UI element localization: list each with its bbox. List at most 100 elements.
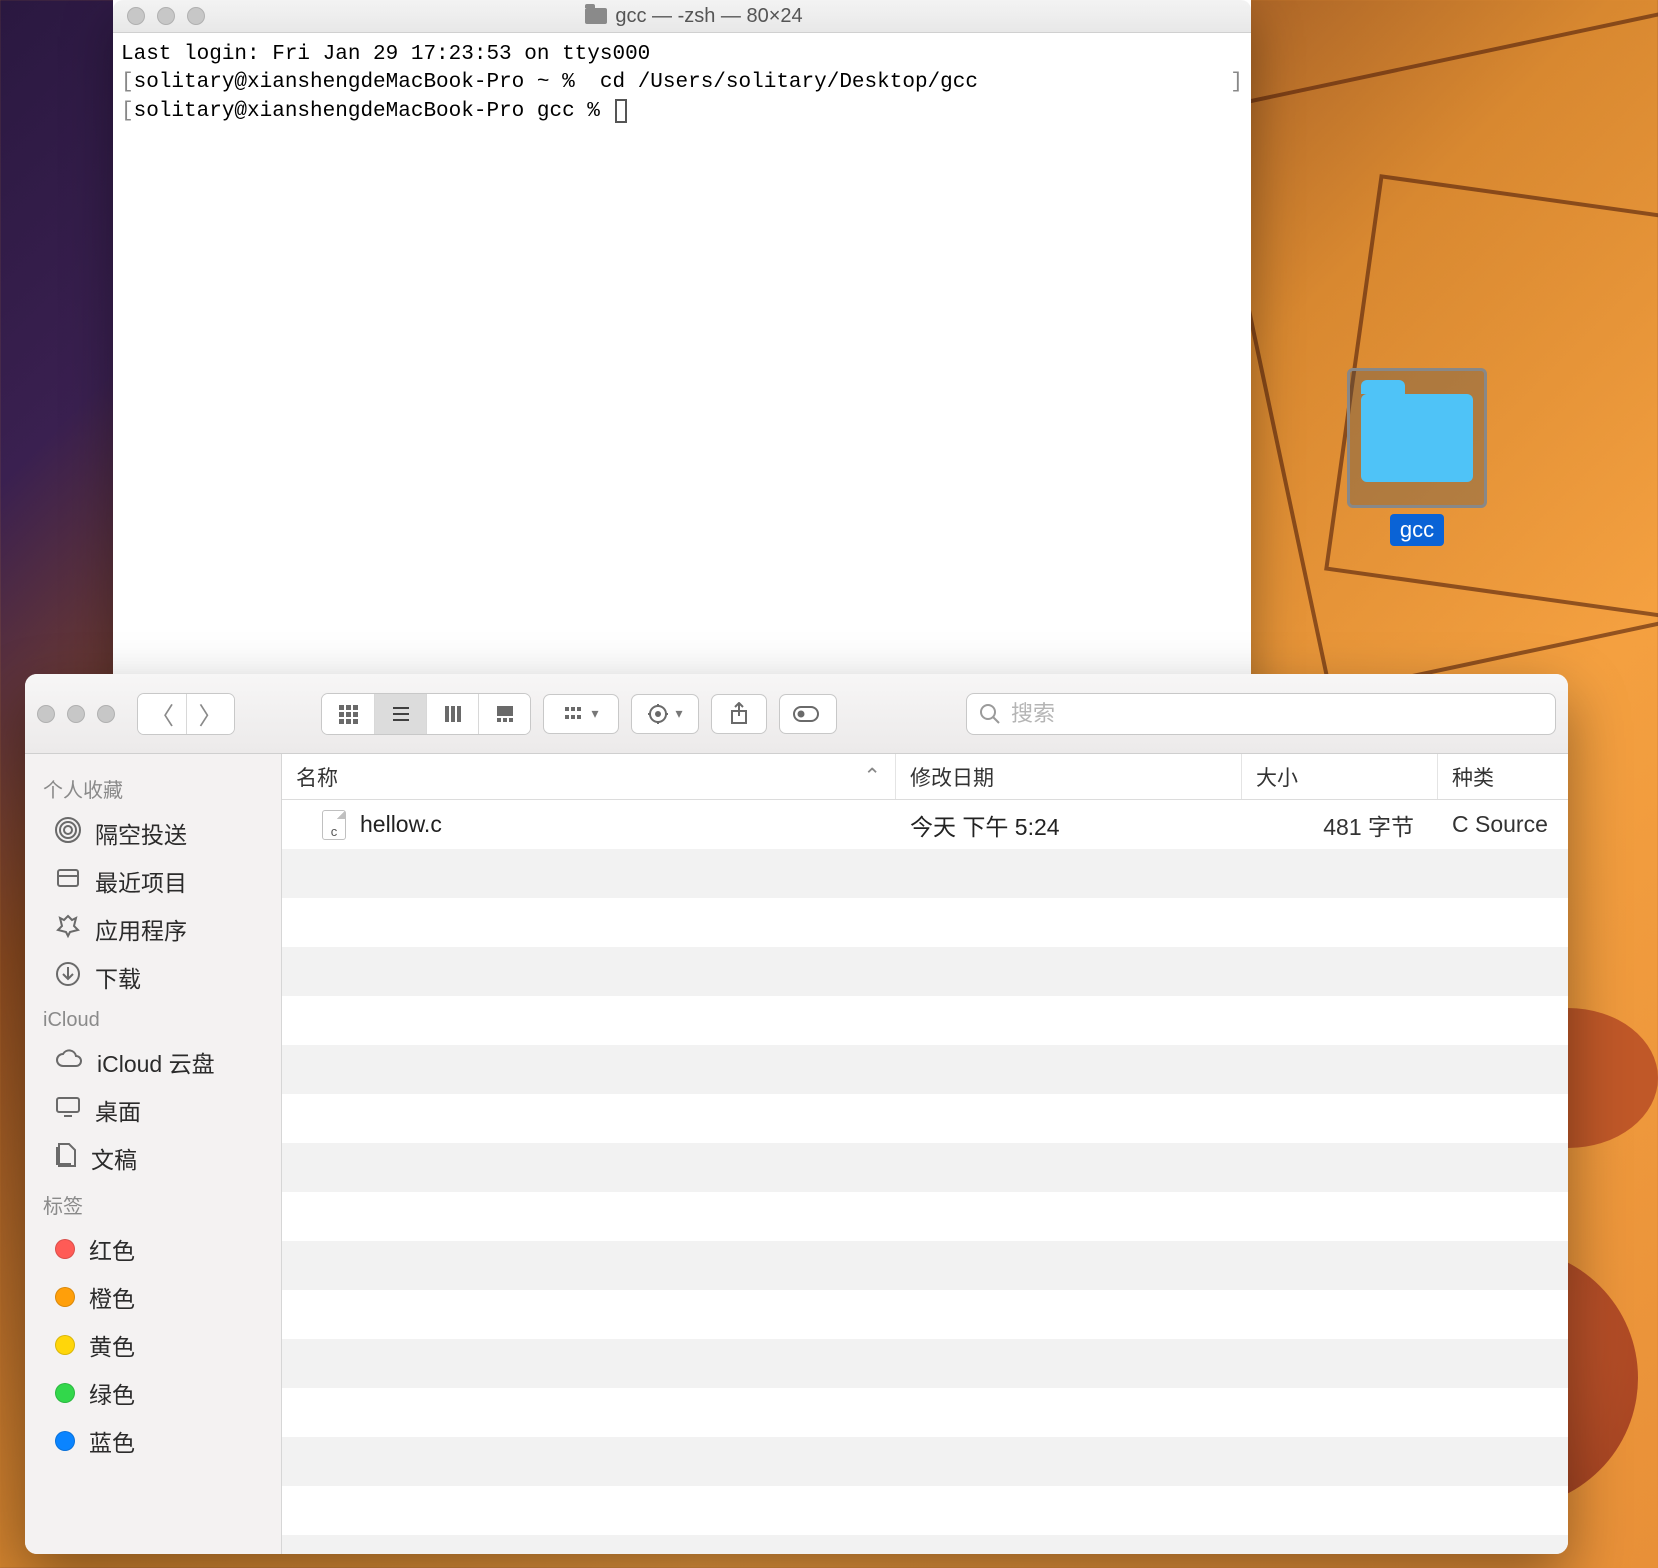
- cloud-icon: [55, 1048, 83, 1076]
- tag-color-icon: [55, 1239, 75, 1259]
- finder-content: 名称⌃ 修改日期 大小 种类 c hellow.c 今天 下午 5:24481 字节…: [282, 754, 1568, 1554]
- sidebar-item-desktop[interactable]: 桌面: [25, 1086, 281, 1134]
- search-icon: [979, 703, 1001, 725]
- sidebar-item-dot-blue[interactable]: 蓝色: [25, 1417, 281, 1465]
- forward-button[interactable]: 〉: [186, 694, 234, 734]
- sidebar-item-apps[interactable]: 应用程序: [25, 905, 281, 953]
- empty-row: [282, 1290, 1568, 1339]
- view-gallery-button[interactable]: [478, 694, 530, 734]
- share-button[interactable]: [711, 694, 767, 734]
- sidebar-item-label: 隔空投送: [95, 816, 187, 850]
- sidebar-item-downloads[interactable]: 下载: [25, 953, 281, 1001]
- tag-color-icon: [55, 1431, 75, 1451]
- file-row[interactable]: c hellow.c 今天 下午 5:24481 字节C Source: [282, 800, 1568, 849]
- sidebar-item-dot-red[interactable]: 红色: [25, 1225, 281, 1273]
- sidebar-section-header: 个人收藏: [25, 766, 281, 809]
- file-date: 今天 下午 5:24: [896, 808, 1242, 842]
- sidebar-item-label: iCloud 云盘: [97, 1045, 215, 1079]
- folder-icon: [585, 8, 607, 24]
- sidebar-item-label: 应用程序: [95, 912, 187, 946]
- file-list[interactable]: c hellow.c 今天 下午 5:24481 字节C Source: [282, 800, 1568, 1554]
- terminal-titlebar[interactable]: gcc — -zsh — 80×24: [113, 0, 1251, 33]
- sidebar-item-documents[interactable]: 文稿: [25, 1134, 281, 1182]
- empty-row: [282, 1437, 1568, 1486]
- finder-window[interactable]: 〈 〉 ▾ ▾: [25, 674, 1568, 1554]
- apps-icon: [55, 913, 81, 945]
- column-name[interactable]: 名称⌃: [282, 754, 896, 799]
- terminal-content[interactable]: Last login: Fri Jan 29 17:23:53 on ttys0…: [113, 33, 1251, 720]
- search-input[interactable]: [1011, 701, 1543, 727]
- column-headers: 名称⌃ 修改日期 大小 种类: [282, 754, 1568, 800]
- empty-row: [282, 898, 1568, 947]
- empty-row: [282, 1094, 1568, 1143]
- sidebar-item-label: 黄色: [89, 1328, 135, 1362]
- view-icon-button[interactable]: [322, 694, 374, 734]
- documents-icon: [55, 1142, 77, 1174]
- column-size[interactable]: 大小: [1242, 754, 1438, 799]
- chevron-down-icon: ▾: [675, 705, 682, 722]
- window-minimize-button[interactable]: [67, 705, 85, 723]
- sidebar-section-header: 标签: [25, 1182, 281, 1225]
- nav-buttons: 〈 〉: [137, 693, 235, 735]
- file-kind: C Source: [1438, 811, 1568, 838]
- sidebar-item-airdrop[interactable]: 隔空投送: [25, 809, 281, 857]
- group-by-button[interactable]: ▾: [543, 694, 619, 734]
- sidebar-item-label: 下载: [95, 960, 141, 994]
- empty-row: [282, 849, 1568, 898]
- sidebar-item-label: 绿色: [89, 1376, 135, 1410]
- folder-icon: [1361, 394, 1473, 482]
- window-close-button[interactable]: [127, 7, 145, 25]
- sidebar-item-recents[interactable]: 最近项目: [25, 857, 281, 905]
- terminal-title-text: gcc — -zsh — 80×24: [615, 5, 802, 28]
- empty-row: [282, 1339, 1568, 1388]
- action-menu-button[interactable]: ▾: [631, 694, 699, 734]
- view-column-button[interactable]: [426, 694, 478, 734]
- sidebar-item-label: 蓝色: [89, 1424, 135, 1458]
- view-mode-segment: [321, 693, 531, 735]
- sidebar-item-label: 橙色: [89, 1280, 135, 1314]
- tag-color-icon: [55, 1287, 75, 1307]
- sidebar-item-dot-yellow[interactable]: 黄色: [25, 1321, 281, 1369]
- view-list-button[interactable]: [374, 694, 426, 734]
- sort-indicator-icon: ⌃: [863, 764, 881, 789]
- back-button[interactable]: 〈: [138, 694, 186, 734]
- empty-row: [282, 1192, 1568, 1241]
- file-size: 481 字节: [1242, 808, 1438, 842]
- desktop-folder-label: gcc: [1390, 514, 1444, 546]
- search-field[interactable]: [966, 693, 1556, 735]
- terminal-prompt: solitary@xianshengdeMacBook-Pro ~ %: [134, 71, 575, 94]
- window-zoom-button[interactable]: [97, 705, 115, 723]
- desktop-icon: [55, 1096, 81, 1124]
- column-kind[interactable]: 种类: [1438, 754, 1568, 799]
- empty-row: [282, 1045, 1568, 1094]
- sidebar-section-header: iCloud: [25, 1001, 281, 1038]
- terminal-command: cd /Users/solitary/Desktop/gcc: [575, 71, 978, 94]
- file-name: hellow.c: [360, 811, 442, 838]
- empty-row: [282, 1143, 1568, 1192]
- sidebar-item-dot-green[interactable]: 绿色: [25, 1369, 281, 1417]
- sidebar-item-label: 最近项目: [95, 864, 187, 898]
- empty-row: [282, 947, 1568, 996]
- empty-row: [282, 1535, 1568, 1554]
- c-file-icon: c: [322, 810, 346, 840]
- sidebar-item-dot-orange[interactable]: 橙色: [25, 1273, 281, 1321]
- finder-toolbar: 〈 〉 ▾ ▾: [25, 674, 1568, 754]
- tag-color-icon: [55, 1383, 75, 1403]
- window-close-button[interactable]: [37, 705, 55, 723]
- column-date[interactable]: 修改日期: [896, 754, 1242, 799]
- tags-button[interactable]: [779, 694, 837, 734]
- terminal-line: Last login: Fri Jan 29 17:23:53 on ttys0…: [121, 43, 650, 66]
- empty-row: [282, 1388, 1568, 1437]
- terminal-title: gcc — -zsh — 80×24: [205, 5, 1183, 28]
- empty-row: [282, 1241, 1568, 1290]
- window-zoom-button[interactable]: [187, 7, 205, 25]
- chevron-down-icon: ▾: [591, 705, 598, 722]
- window-minimize-button[interactable]: [157, 7, 175, 25]
- sidebar-item-cloud[interactable]: iCloud 云盘: [25, 1038, 281, 1086]
- desktop-folder-gcc[interactable]: gcc: [1347, 368, 1487, 546]
- recents-icon: [55, 865, 81, 897]
- downloads-icon: [55, 961, 81, 993]
- sidebar-item-label: 红色: [89, 1232, 135, 1266]
- terminal-window[interactable]: gcc — -zsh — 80×24 Last login: Fri Jan 2…: [113, 0, 1251, 720]
- finder-sidebar: 个人收藏隔空投送最近项目应用程序下载 iCloud iCloud 云盘桌面文稿标签红…: [25, 754, 282, 1554]
